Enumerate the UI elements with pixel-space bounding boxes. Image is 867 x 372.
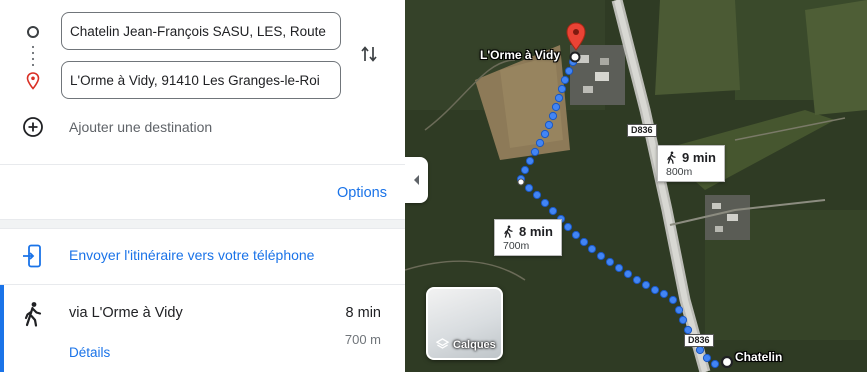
route-option-card[interactable]: via L'Orme à Vidy 8 min 700 m Détails [0, 285, 405, 372]
destination-input[interactable]: L'Orme à Vidy, 91410 Les Granges-le-Roi [61, 61, 341, 99]
main-route-time-box[interactable]: 8 min 700m [494, 219, 562, 256]
section-separator [0, 219, 405, 229]
route-via-label: via L'Orme à Vidy [69, 305, 183, 321]
main-route-duration: 8 min [519, 224, 553, 239]
directions-panel: Chatelin Jean-François SASU, LES, Route … [0, 0, 405, 372]
road-shield: D836 [627, 124, 657, 137]
selected-route-accent [0, 285, 4, 372]
alt-route-distance: 800m [666, 166, 693, 178]
origin-marker [720, 355, 734, 369]
alt-route-duration: 9 min [682, 150, 716, 165]
walking-icon [24, 302, 42, 327]
origin-place-label[interactable]: Chatelin [735, 350, 782, 364]
main-route-distance: 700m [503, 240, 530, 252]
destination-input-value: L'Orme à Vidy, 91410 Les Granges-le-Roi [70, 72, 320, 88]
route-connector-dots [32, 44, 34, 66]
destination-place-label[interactable]: L'Orme à Vidy [480, 48, 560, 62]
road-shield: D836 [684, 334, 714, 347]
collapse-panel-button[interactable] [405, 157, 428, 203]
layers-label: Calques [453, 338, 496, 351]
add-destination-icon[interactable] [22, 116, 44, 138]
origin-input-value: Chatelin Jean-François SASU, LES, Route [70, 23, 326, 39]
swap-arrows-icon [361, 46, 377, 62]
layers-icon [436, 338, 449, 349]
destination-pin-icon [26, 72, 40, 90]
route-distance: 700 m [344, 332, 381, 347]
add-destination-label[interactable]: Ajouter une destination [69, 119, 212, 135]
walking-icon [504, 225, 513, 238]
send-to-phone-icon [23, 244, 41, 268]
alt-route-time-box[interactable]: 9 min 800m [657, 145, 725, 182]
options-button[interactable]: Options [337, 185, 387, 201]
walking-icon [667, 151, 676, 164]
divider [0, 164, 405, 165]
send-to-phone-link[interactable]: Envoyer l'itinéraire vers votre téléphon… [69, 247, 314, 263]
origin-input[interactable]: Chatelin Jean-François SASU, LES, Route [61, 12, 341, 50]
layers-button[interactable]: Calques [426, 287, 503, 360]
route-duration: 8 min [345, 305, 381, 321]
swap-directions-button[interactable] [358, 43, 380, 65]
map-view[interactable]: L'Orme à Vidy Chatelin D836 D836 9 min 8… [405, 0, 867, 372]
origin-circle-icon [27, 26, 39, 38]
route-details-link[interactable]: Détails [69, 345, 110, 360]
chevron-left-icon [413, 175, 419, 185]
